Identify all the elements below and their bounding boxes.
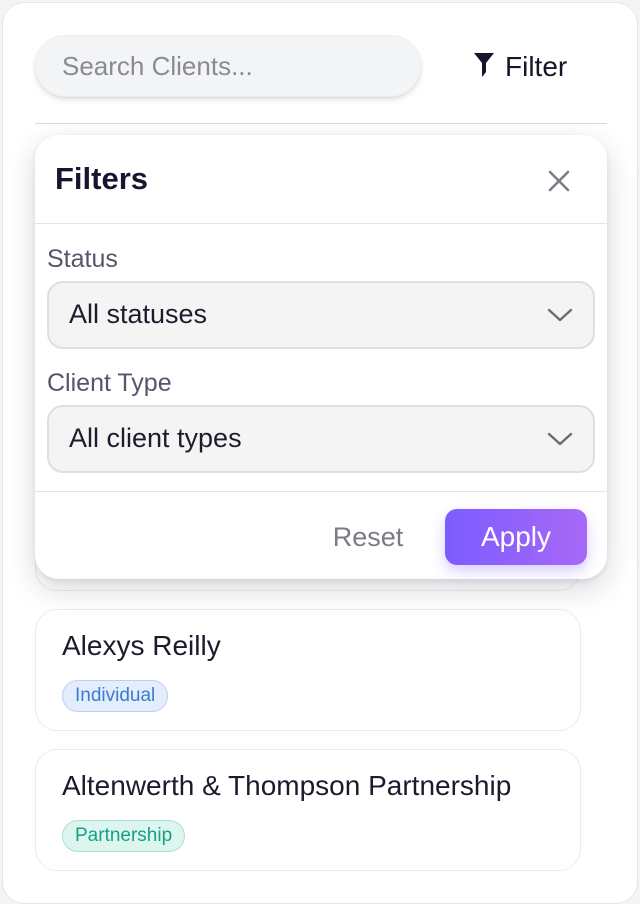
client-name: Alexys Reilly bbox=[62, 630, 221, 661]
client-type-badge: Individual bbox=[62, 680, 169, 712]
filters-popover: Filters Status All statuses Client Type … bbox=[35, 135, 607, 579]
client-type-label: Client Type bbox=[47, 369, 172, 397]
close-button[interactable] bbox=[541, 163, 577, 199]
popover-title: Filters bbox=[55, 161, 149, 196]
popover-footer-divider bbox=[35, 491, 607, 492]
popover-header-divider bbox=[35, 223, 607, 224]
client-card[interactable]: Alexys Reilly Individual bbox=[35, 609, 581, 731]
chevron-down-icon bbox=[547, 305, 573, 325]
client-list-panel: Filter Alexys Reilly Individual Altenwer… bbox=[2, 2, 638, 904]
status-select[interactable]: All statuses bbox=[47, 281, 595, 349]
client-type-badge: Partnership bbox=[62, 820, 186, 852]
client-type-select[interactable]: All client types bbox=[47, 405, 595, 473]
status-select-value: All statuses bbox=[69, 299, 208, 329]
filter-button[interactable]: Filter bbox=[473, 47, 567, 87]
client-name: Altenwerth & Thompson Partnership bbox=[62, 770, 512, 801]
search-input[interactable] bbox=[36, 36, 420, 96]
close-icon bbox=[541, 170, 577, 203]
search-field[interactable] bbox=[35, 35, 421, 97]
toolbar-divider bbox=[35, 123, 607, 124]
reset-button[interactable]: Reset bbox=[313, 509, 423, 565]
status-label: Status bbox=[47, 245, 118, 273]
chevron-down-icon bbox=[547, 429, 573, 449]
client-type-select-value: All client types bbox=[69, 423, 242, 453]
filter-button-label: Filter bbox=[505, 51, 568, 82]
apply-button[interactable]: Apply bbox=[445, 509, 587, 565]
client-card[interactable]: Altenwerth & Thompson Partnership Partne… bbox=[35, 749, 581, 871]
funnel-icon bbox=[473, 52, 495, 83]
